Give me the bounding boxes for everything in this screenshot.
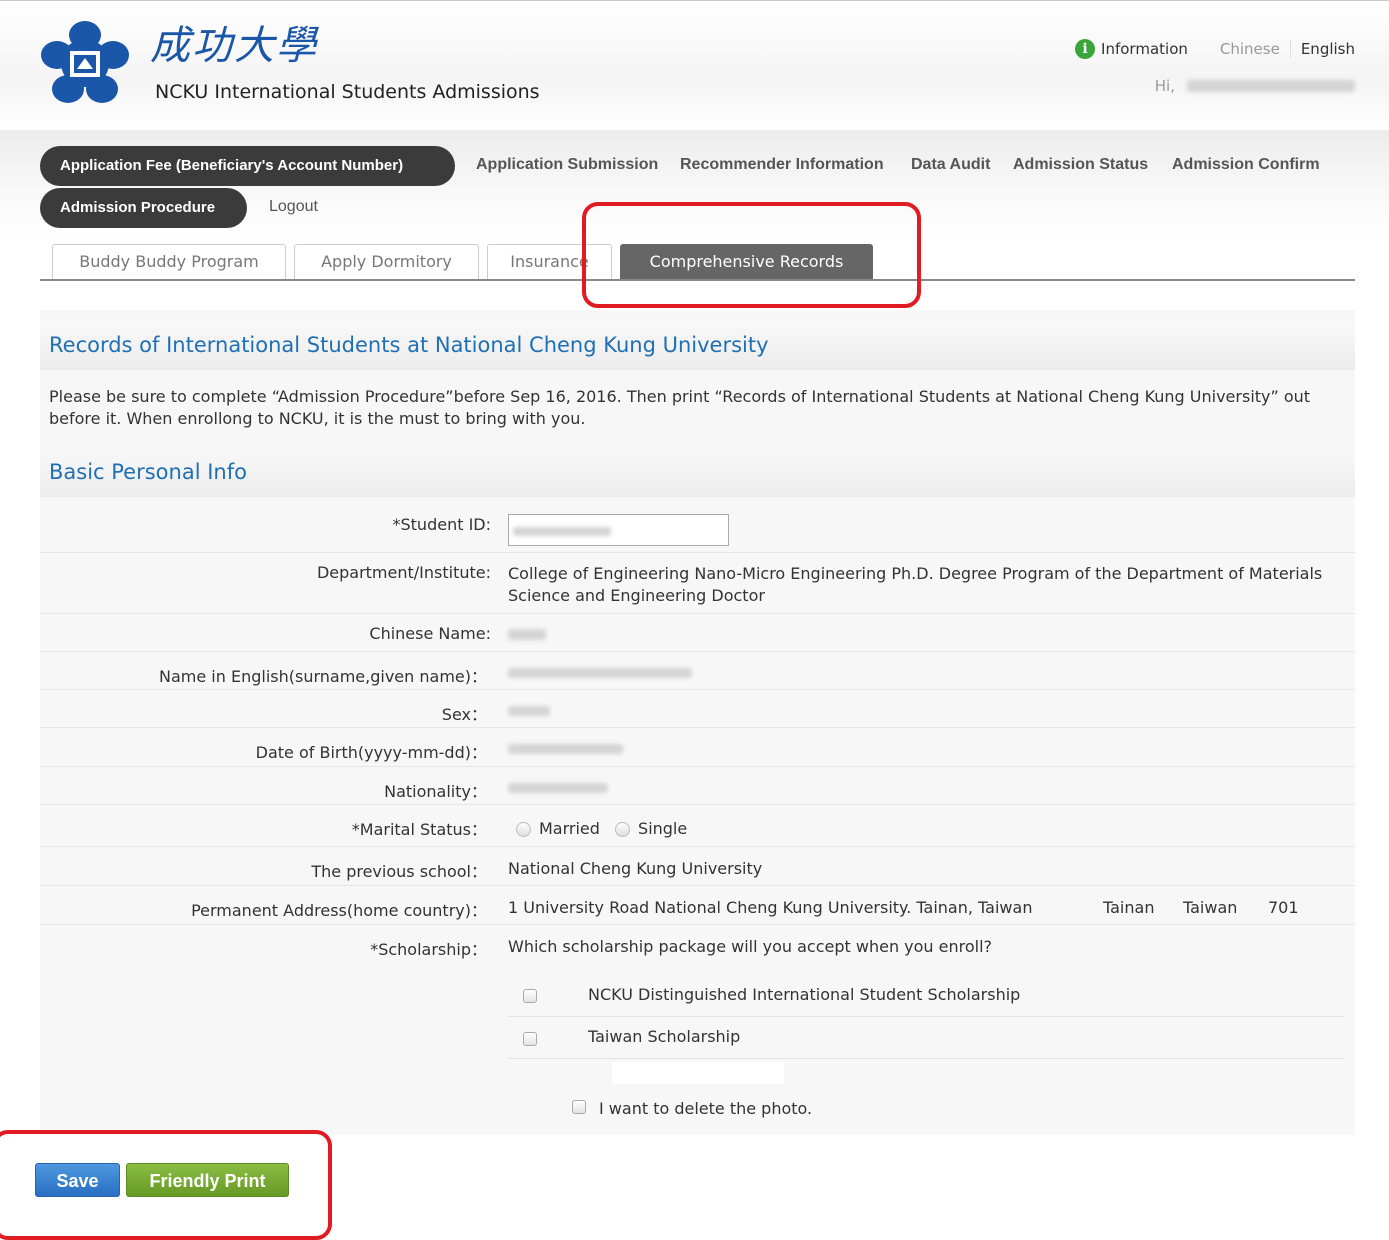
row-chinese-name: Chinese Name: bbox=[40, 613, 1355, 652]
previous-school-value: National Cheng Kung University bbox=[508, 859, 763, 878]
ncku-scholarship-label: NCKU Distinguished International Student… bbox=[588, 985, 1021, 1004]
information-link[interactable]: Information bbox=[1101, 40, 1188, 58]
content-panel: Records of International Students at Nat… bbox=[40, 310, 1355, 1135]
nav-admission-procedure[interactable]: Admission Procedure bbox=[40, 188, 247, 228]
logo-chinese-text: 成功大學 bbox=[150, 23, 318, 69]
dob-label: Date of Birth(yyyy-mm-dd)： bbox=[255, 743, 487, 762]
row-date-of-birth: Date of Birth(yyyy-mm-dd)： bbox=[40, 727, 1355, 767]
tab-apply-dormitory[interactable]: Apply Dormitory bbox=[294, 244, 479, 280]
photo-placeholder bbox=[612, 1062, 784, 1084]
nav-data-audit[interactable]: Data Audit bbox=[911, 156, 990, 174]
scholarship-question: Which scholarship package will you accep… bbox=[508, 937, 993, 956]
ncku-emblem-icon bbox=[41, 21, 129, 103]
tab-buddy-buddy-program[interactable]: Buddy Buddy Program bbox=[52, 244, 286, 280]
english-name-label: Name in English(surname,given name)： bbox=[159, 667, 487, 686]
chinese-name-redacted bbox=[508, 629, 546, 640]
nav-logout[interactable]: Logout bbox=[269, 198, 318, 216]
radio-married[interactable] bbox=[516, 822, 531, 837]
radio-single[interactable] bbox=[615, 822, 631, 837]
scholarship-divider-2 bbox=[508, 1058, 1345, 1059]
student-id-label: *Student ID: bbox=[392, 515, 492, 534]
save-button[interactable]: Save bbox=[35, 1163, 120, 1197]
chinese-name-label: Chinese Name: bbox=[369, 624, 491, 643]
nav-admission-status[interactable]: Admission Status bbox=[1013, 156, 1148, 174]
nav-application-submission[interactable]: Application Submission bbox=[476, 156, 658, 174]
single-label: Single bbox=[638, 819, 688, 838]
marital-options: Married Single bbox=[516, 818, 687, 840]
nationality-label: Nationality： bbox=[384, 782, 487, 801]
user-name-redacted bbox=[1187, 80, 1355, 92]
nav-recommender-information[interactable]: Recommender Information bbox=[680, 156, 884, 174]
checkbox-delete-photo[interactable] bbox=[572, 1100, 586, 1114]
scholarship-label: *Scholarship： bbox=[370, 940, 487, 959]
tabs-divider bbox=[40, 279, 1355, 281]
page-title: Records of International Students at Nat… bbox=[40, 320, 1355, 370]
site-header: 成功大學 NCKU International Students Admissi… bbox=[0, 0, 1389, 131]
taiwan-scholarship-label: Taiwan Scholarship bbox=[588, 1027, 741, 1046]
delete-photo-label: I want to delete the photo. bbox=[599, 1099, 813, 1118]
address-value: 1 University Road National Cheng Kung Un… bbox=[508, 898, 1033, 917]
marital-status-label: *Marital Status： bbox=[351, 820, 487, 839]
row-department: Department/Institute: College of Enginee… bbox=[40, 552, 1355, 614]
top-links: i Information Chinese English bbox=[1075, 39, 1355, 59]
row-marital-status: *Marital Status： Married Single bbox=[40, 804, 1355, 847]
info-icon: i bbox=[1075, 39, 1096, 59]
married-label: Married bbox=[539, 819, 600, 838]
section-basic-personal-info: Basic Personal Info bbox=[40, 447, 1355, 497]
department-value: College of Engineering Nano-Micro Engine… bbox=[508, 564, 1323, 605]
address-country: Taiwan bbox=[1183, 898, 1238, 917]
student-id-input[interactable] bbox=[508, 514, 729, 546]
department-label: Department/Institute: bbox=[316, 563, 491, 582]
row-english-name: Name in English(surname,given name)： bbox=[40, 651, 1355, 690]
tab-insurance[interactable]: Insurance bbox=[487, 244, 612, 280]
row-sex: Sex： bbox=[40, 689, 1355, 728]
notice-text: Please be sure to complete “Admission Pr… bbox=[49, 387, 1311, 428]
dob-value-redacted bbox=[508, 744, 623, 754]
nationality-value-redacted bbox=[508, 783, 608, 793]
address-city: Tainan bbox=[1103, 898, 1155, 917]
friendly-print-button[interactable]: Friendly Print bbox=[126, 1163, 289, 1197]
row-scholarship: *Scholarship： Which scholarship package … bbox=[40, 924, 1355, 1135]
sex-value-redacted bbox=[508, 706, 550, 716]
sex-label: Sex： bbox=[441, 705, 487, 724]
lang-english-link[interactable]: English bbox=[1301, 40, 1355, 58]
checkbox-taiwan-scholarship[interactable] bbox=[523, 1032, 537, 1046]
greeting-text: Hi, bbox=[1154, 77, 1175, 95]
address-zip: 701 bbox=[1268, 898, 1299, 917]
english-name-redacted bbox=[508, 668, 692, 678]
checkbox-ncku-scholarship[interactable] bbox=[523, 989, 537, 1003]
address-label: Permanent Address(home country)： bbox=[191, 901, 487, 920]
row-permanent-address: Permanent Address(home country)： 1 Unive… bbox=[40, 885, 1355, 925]
user-greeting: Hi, bbox=[1155, 77, 1355, 95]
student-id-value-redacted bbox=[513, 527, 611, 536]
previous-school-label: The previous school： bbox=[311, 862, 487, 881]
row-nationality: Nationality： bbox=[40, 766, 1355, 805]
nav-admission-confirm[interactable]: Admission Confirm bbox=[1172, 156, 1320, 174]
row-previous-school: The previous school： National Cheng Kung… bbox=[40, 846, 1355, 886]
scholarship-divider-1 bbox=[508, 1016, 1345, 1017]
site-name: NCKU International Students Admissions bbox=[155, 81, 540, 103]
tab-comprehensive-records[interactable]: Comprehensive Records bbox=[620, 244, 873, 280]
main-nav: Application Fee (Beneficiary's Account N… bbox=[0, 130, 1389, 238]
nav-application-fee[interactable]: Application Fee (Beneficiary's Account N… bbox=[40, 146, 455, 186]
lang-chinese-link[interactable]: Chinese bbox=[1220, 40, 1291, 58]
